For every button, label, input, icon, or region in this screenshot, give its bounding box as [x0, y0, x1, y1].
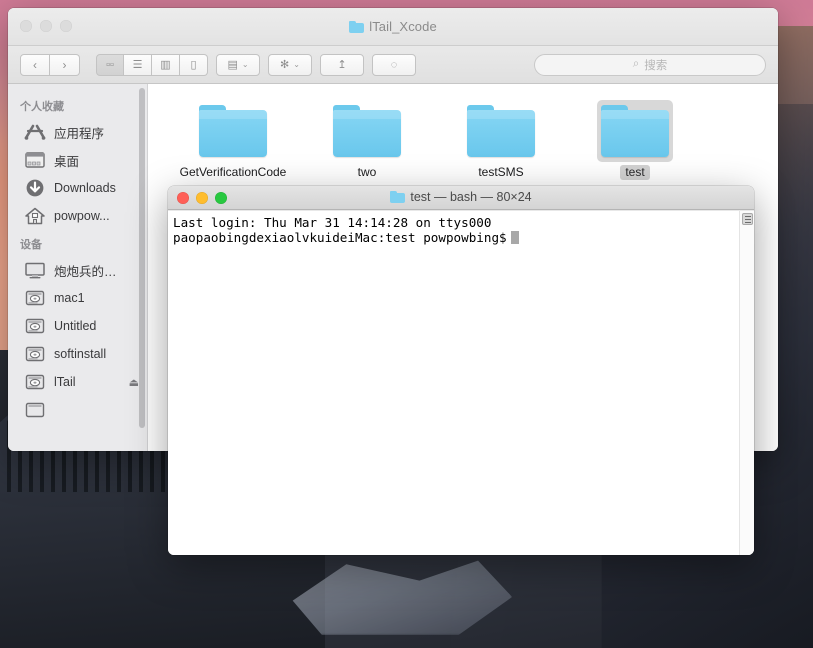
file-icon-grid: GetVerificationCode two: [148, 84, 778, 181]
sidebar-item-label: Untitled: [54, 319, 96, 333]
terminal-scrollbar-thumb[interactable]: [742, 213, 753, 225]
sidebar-item-softinstall[interactable]: softinstall: [8, 340, 147, 368]
sidebar-scrollbar[interactable]: [139, 88, 145, 428]
eject-icon[interactable]: ⏏: [129, 376, 139, 389]
finder-titlebar[interactable]: lTail_Xcode: [8, 8, 778, 46]
forward-button[interactable]: ›: [50, 54, 80, 76]
chevron-down-icon: ⌄: [293, 60, 300, 69]
search-icon: ⌕: [633, 58, 639, 71]
tags-button[interactable]: ◌: [372, 54, 416, 76]
harddisk-icon: [24, 288, 46, 308]
list-view-button[interactable]: ☰: [124, 54, 152, 76]
folder-icon: [601, 105, 669, 157]
sidebar-item-label: 炮炮兵的…: [54, 261, 117, 280]
file-item-testsms[interactable]: testSMS: [434, 98, 568, 181]
back-button[interactable]: ‹: [20, 54, 50, 76]
harddisk-icon: [24, 400, 46, 420]
terminal-titlebar[interactable]: test — bash — 80×24: [168, 186, 754, 210]
column-view-button[interactable]: ▥: [152, 54, 180, 76]
finder-sidebar[interactable]: 个人收藏 应用程序: [8, 84, 148, 451]
file-item-test[interactable]: test: [568, 98, 702, 181]
sidebar-item-label: softinstall: [54, 347, 106, 361]
sidebar-item-partial[interactable]: [8, 396, 147, 424]
sidebar-section-devices-header: 设备: [8, 230, 147, 256]
nav-buttons[interactable]: ‹ ›: [20, 54, 80, 76]
applications-icon: [24, 122, 46, 142]
file-name: two: [300, 165, 434, 180]
imac-icon: [24, 260, 46, 280]
view-mode-group[interactable]: ▫▫ ☰ ▥ ▯: [96, 54, 208, 76]
sidebar-item-downloads[interactable]: Downloads: [8, 174, 147, 202]
sidebar-section-favorites-header: 个人收藏: [8, 92, 147, 118]
file-name: test: [620, 165, 649, 180]
icon-view-button[interactable]: ▫▫: [96, 54, 124, 76]
sidebar-item-ltail[interactable]: lTail ⏏: [8, 368, 147, 396]
sidebar-item-applications[interactable]: 应用程序: [8, 118, 147, 146]
sidebar-item-label: powpow...: [54, 209, 110, 223]
folder-icon: [349, 21, 364, 33]
sidebar-item-untitled[interactable]: Untitled: [8, 312, 147, 340]
finder-toolbar[interactable]: ‹ › ▫▫ ☰ ▥ ▯ ▤ ⌄ ✻ ⌄ ↥ ◌ ⌕ 搜索: [8, 46, 778, 84]
sidebar-item-label: mac1: [54, 291, 85, 305]
share-button[interactable]: ↥: [320, 54, 364, 76]
chevron-down-icon: ⌄: [242, 60, 249, 69]
share-icon: ↥: [337, 58, 346, 71]
search-input[interactable]: ⌕ 搜索: [534, 54, 766, 76]
terminal-line-1: Last login: Thu Mar 31 14:14:28 on ttys0…: [173, 215, 491, 230]
folder-icon: [199, 105, 267, 157]
harddisk-icon: [24, 344, 46, 364]
harddisk-icon: [24, 372, 46, 392]
folder-icon: [333, 105, 401, 157]
harddisk-icon: [24, 316, 46, 336]
sidebar-item-mac1[interactable]: mac1: [8, 284, 147, 312]
file-icon-wrap: [195, 100, 271, 162]
file-item-getverificationcode[interactable]: GetVerificationCode: [166, 98, 300, 181]
arrange-icon: ▤: [227, 58, 237, 71]
tag-icon: ◌: [391, 59, 398, 71]
sidebar-item-label: Downloads: [54, 181, 116, 195]
finder-title: lTail_Xcode: [8, 19, 778, 34]
coverflow-view-button[interactable]: ▯: [180, 54, 208, 76]
action-button[interactable]: ✻ ⌄: [268, 54, 312, 76]
sidebar-item-desktop[interactable]: 桌面: [8, 146, 147, 174]
terminal-cursor: [511, 231, 519, 244]
finder-title-text: lTail_Xcode: [369, 19, 437, 34]
folder-icon: [390, 191, 405, 203]
file-item-two[interactable]: two: [300, 98, 434, 181]
file-icon-wrap: [463, 100, 539, 162]
arrange-button[interactable]: ▤ ⌄: [216, 54, 260, 76]
file-name: testSMS: [434, 165, 568, 180]
terminal-title: test — bash — 80×24: [168, 190, 754, 204]
terminal-body[interactable]: Last login: Thu Mar 31 14:14:28 on ttys0…: [168, 210, 754, 555]
terminal-line-2: paopaobingdexiaolvkuideiMac:test powpowb…: [173, 230, 507, 245]
sidebar-item-imac[interactable]: 炮炮兵的…: [8, 256, 147, 284]
sidebar-item-label: 应用程序: [54, 123, 104, 142]
terminal-output[interactable]: Last login: Thu Mar 31 14:14:28 on ttys0…: [168, 211, 739, 555]
file-icon-wrap: [329, 100, 405, 162]
gear-icon: ✻: [280, 58, 289, 71]
file-name: GetVerificationCode: [166, 165, 300, 180]
sidebar-item-label: lTail: [54, 375, 76, 389]
terminal-scrollbar[interactable]: [739, 211, 754, 555]
desktop-icon: [24, 150, 46, 170]
folder-icon: [467, 105, 535, 157]
home-icon: [24, 206, 46, 226]
sidebar-item-label: 桌面: [54, 151, 79, 170]
search-placeholder: 搜索: [644, 57, 667, 73]
terminal-title-text: test — bash — 80×24: [410, 190, 531, 204]
sidebar-item-home[interactable]: powpow...: [8, 202, 147, 230]
downloads-icon: [24, 178, 46, 198]
terminal-window[interactable]: test — bash — 80×24 Last login: Thu Mar …: [168, 186, 754, 555]
file-icon-wrap: [597, 100, 673, 162]
